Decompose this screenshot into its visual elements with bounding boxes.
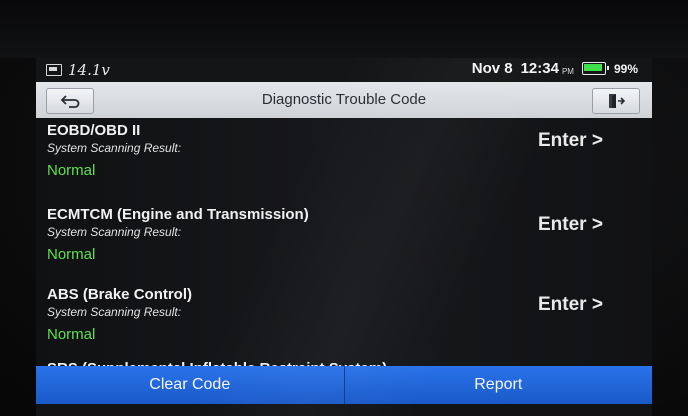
scan-result-label: System Scanning Result: (47, 141, 182, 155)
system-name: ECMTCM (Engine and Transmission) (47, 206, 309, 223)
list-item: EOBD/OBD II System Scanning Result: Norm… (36, 118, 652, 196)
status-date: Nov 8 (471, 60, 513, 77)
system-list: EOBD/OBD II System Scanning Result: Norm… (36, 118, 652, 377)
status-right: Nov 8 12:34 PM 99% (472, 60, 638, 77)
scan-result-label: System Scanning Result: (47, 305, 182, 319)
status-left: 14.1v (46, 61, 110, 79)
scan-result-label: System Scanning Result: (47, 225, 182, 239)
device-screen: 14.1v Nov 8 12:34 PM 99% Diagnostic Trou… (36, 58, 652, 416)
page-title: Diagnostic Trouble Code (261, 91, 427, 108)
battery-percent: 99% (613, 61, 638, 76)
exit-button[interactable] (592, 88, 640, 114)
status-time-suffix: PM (561, 66, 574, 76)
enter-button[interactable]: Enter > (538, 214, 603, 236)
system-name: ABS (Brake Control) (47, 286, 193, 303)
title-bar: Diagnostic Trouble Code (36, 82, 652, 118)
scan-result-value: Normal (47, 246, 96, 263)
battery-icon (581, 62, 609, 75)
vci-connection-icon (46, 64, 62, 76)
status-time: 12:34 (520, 60, 559, 77)
report-button[interactable]: Report (344, 366, 652, 404)
clear-code-button[interactable]: Clear Code (36, 366, 344, 404)
scan-result-value: Normal (47, 162, 96, 179)
exit-icon (609, 94, 625, 108)
scan-result-value: Normal (47, 326, 96, 343)
device-frame: 14.1v Nov 8 12:34 PM 99% Diagnostic Trou… (0, 0, 688, 416)
list-item: ABS (Brake Control) System Scanning Resu… (36, 282, 652, 360)
enter-button[interactable]: Enter > (538, 294, 603, 316)
bottom-action-bar: Clear Code Report (36, 366, 652, 404)
device-bezel (0, 0, 688, 58)
list-item: ECMTCM (Engine and Transmission) System … (36, 202, 652, 280)
system-name: EOBD/OBD II (47, 122, 141, 139)
enter-button[interactable]: Enter > (538, 130, 603, 152)
status-bar: 14.1v Nov 8 12:34 PM 99% (36, 58, 652, 82)
battery-voltage: 14.1v (68, 61, 110, 79)
